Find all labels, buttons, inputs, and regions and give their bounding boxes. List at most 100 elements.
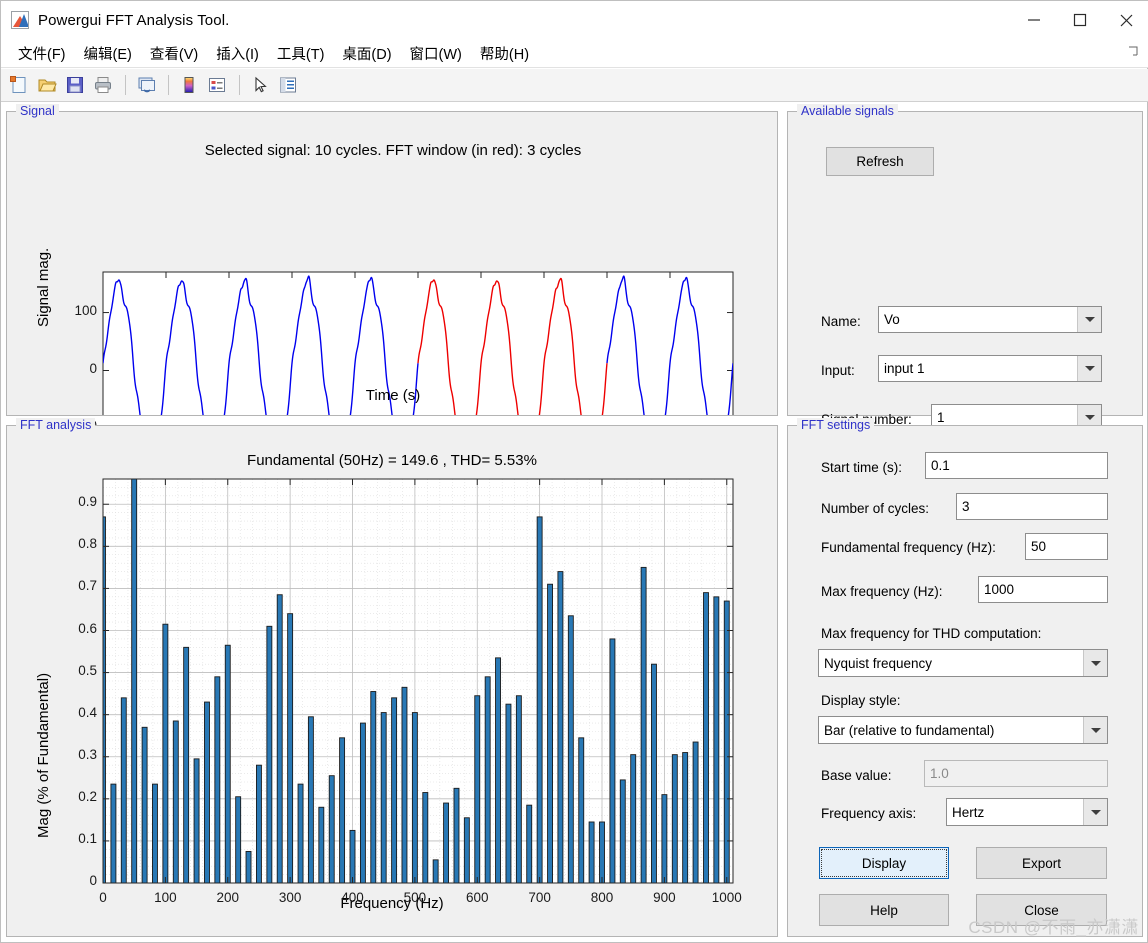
input-label: Input: [821, 363, 855, 378]
signal-plot-xlabel: Time (s) [365, 387, 421, 404]
max-frequency-label: Max frequency (Hz): [821, 584, 943, 599]
start-time-input[interactable]: 0.1 [925, 452, 1108, 479]
max-freq-thd-value: Nyquist frequency [824, 655, 933, 671]
axis-tick-label: 0.7 [78, 578, 97, 594]
menu-view[interactable]: 查看(V) [141, 41, 207, 66]
fundamental-frequency-value: 50 [1031, 539, 1047, 554]
property-inspector-icon[interactable] [275, 72, 301, 98]
signal-number-value: 1 [937, 410, 945, 425]
save-figure-icon[interactable] [62, 72, 88, 98]
axis-tick-label: 900 [653, 890, 676, 905]
axis-tick-label: 1000 [711, 890, 742, 905]
close-button[interactable] [1103, 1, 1148, 39]
max-frequency-input[interactable]: 1000 [978, 576, 1108, 603]
new-figure-icon[interactable] [6, 72, 32, 98]
axis-tick-label: 600 [465, 890, 489, 905]
name-value: Vo [884, 312, 900, 327]
number-of-cycles-value: 3 [962, 499, 970, 514]
frequency-axis-dropdown[interactable]: Hertz [946, 798, 1108, 826]
menu-bar: 文件(F) 编辑(E) 查看(V) 插入(I) 工具(T) 桌面(D) 窗口(W… [1, 39, 1148, 68]
axis-tick-label: 0.1 [78, 830, 97, 846]
base-value-label: Base value: [821, 768, 892, 783]
base-value-value: 1.0 [930, 766, 949, 781]
available-signals-legend: Available signals [797, 104, 898, 118]
print-figure-icon[interactable] [90, 72, 116, 98]
axis-tick-label: 800 [590, 890, 614, 905]
fft-chart-canvas [102, 478, 734, 884]
axis-tick-label: 0.3 [78, 746, 97, 762]
input-value: input 1 [884, 361, 925, 376]
help-button[interactable]: Help [819, 894, 949, 926]
input-dropdown[interactable]: input 1 [878, 355, 1102, 382]
display-style-value: Bar (relative to fundamental) [824, 722, 995, 738]
display-style-label: Display style: [821, 693, 901, 708]
frequency-axis-label: Frequency axis: [821, 806, 917, 821]
axis-tick-label: 0 [99, 890, 107, 905]
axis-tick-label: 0 [89, 360, 97, 376]
axis-tick-label: 0.4 [78, 704, 97, 720]
refresh-button[interactable]: Refresh [826, 147, 934, 176]
menu-tools[interactable]: 工具(T) [268, 41, 334, 66]
menu-file[interactable]: 文件(F) [9, 41, 75, 66]
fft-settings-legend: FFT settings [797, 418, 875, 432]
powergui-fft-window: Powergui FFT Analysis Tool. 文件(F) 编辑(E) … [0, 0, 1148, 943]
window-title: Powergui FFT Analysis Tool. [38, 11, 230, 29]
menu-insert[interactable]: 插入(I) [207, 41, 268, 66]
axis-tick-label: 0.8 [78, 536, 97, 552]
fft-bar-chart: Fundamental (50Hz) = 149.6 , THD= 5.53% … [7, 426, 777, 936]
fundamental-frequency-input[interactable]: 50 [1025, 533, 1108, 560]
close-button-action[interactable]: Close [976, 894, 1107, 926]
display-button[interactable]: Display [819, 847, 949, 879]
start-time-value: 0.1 [931, 458, 950, 473]
chevron-down-icon [1077, 356, 1101, 381]
number-of-cycles-input[interactable]: 3 [956, 493, 1108, 520]
chevron-down-icon [1083, 650, 1107, 676]
link-plot-icon[interactable] [133, 72, 159, 98]
axis-tick-label: 100 [154, 890, 177, 905]
chevron-down-icon [1077, 307, 1101, 332]
number-of-cycles-label: Number of cycles: [821, 501, 930, 516]
matlab-figure-icon [11, 11, 29, 29]
menu-desktop[interactable]: 桌面(D) [333, 41, 400, 66]
menu-window[interactable]: 窗口(W) [401, 41, 471, 66]
axis-tick-label: 500 [403, 890, 427, 905]
chevron-down-icon [1083, 799, 1107, 825]
max-frequency-value: 1000 [984, 582, 1015, 597]
menu-overflow-icon[interactable] [1127, 45, 1139, 57]
name-dropdown[interactable]: Vo [878, 306, 1102, 333]
legend-icon[interactable] [204, 72, 230, 98]
pointer-icon[interactable] [247, 72, 273, 98]
axis-tick-label: 0.6 [78, 620, 97, 636]
axis-tick-label: 100 [74, 302, 97, 318]
menu-edit[interactable]: 编辑(E) [75, 41, 141, 66]
axis-tick-label: 700 [528, 890, 551, 905]
axis-tick-label: 400 [341, 890, 364, 905]
name-label: Name: [821, 314, 861, 329]
start-time-label: Start time (s): [821, 460, 903, 475]
minimize-button[interactable] [1011, 1, 1057, 39]
signal-plot: Selected signal: 10 cycles. FFT window (… [7, 112, 779, 491]
menu-help[interactable]: 帮助(H) [471, 41, 538, 66]
signal-panel: Signal Selected signal: 10 cycles. FFT w… [6, 104, 779, 491]
chevron-down-icon [1083, 717, 1107, 743]
fft-chart-title: Fundamental (50Hz) = 149.6 , THD= 5.53% [247, 452, 537, 469]
display-style-dropdown[interactable]: Bar (relative to fundamental) [818, 716, 1108, 744]
axis-tick-label: 300 [278, 890, 302, 905]
maximize-button[interactable] [1057, 1, 1103, 39]
max-freq-thd-dropdown[interactable]: Nyquist frequency [818, 649, 1108, 677]
toolbar [1, 69, 1148, 102]
title-bar: Powergui FFT Analysis Tool. [1, 1, 1148, 39]
fft-analysis-panel: FFT analysis Fundamental (50Hz) = 149.6 … [6, 418, 778, 937]
fundamental-frequency-label: Fundamental frequency (Hz): [821, 540, 996, 555]
axis-tick-label: 200 [216, 890, 240, 905]
colorbar-icon[interactable] [176, 72, 202, 98]
available-signals-panel: Available signals Refresh Name: Vo Input… [787, 104, 1143, 506]
axis-tick-label: 0 [89, 873, 97, 888]
toolbar-separator-1 [125, 75, 126, 95]
export-button[interactable]: Export [976, 847, 1107, 879]
frequency-axis-value: Hertz [952, 804, 985, 820]
signal-plot-title: Selected signal: 10 cycles. FFT window (… [204, 142, 582, 159]
open-file-icon[interactable] [34, 72, 60, 98]
axis-tick-label: 0.9 [78, 494, 97, 510]
base-value-input[interactable]: 1.0 [924, 760, 1108, 787]
